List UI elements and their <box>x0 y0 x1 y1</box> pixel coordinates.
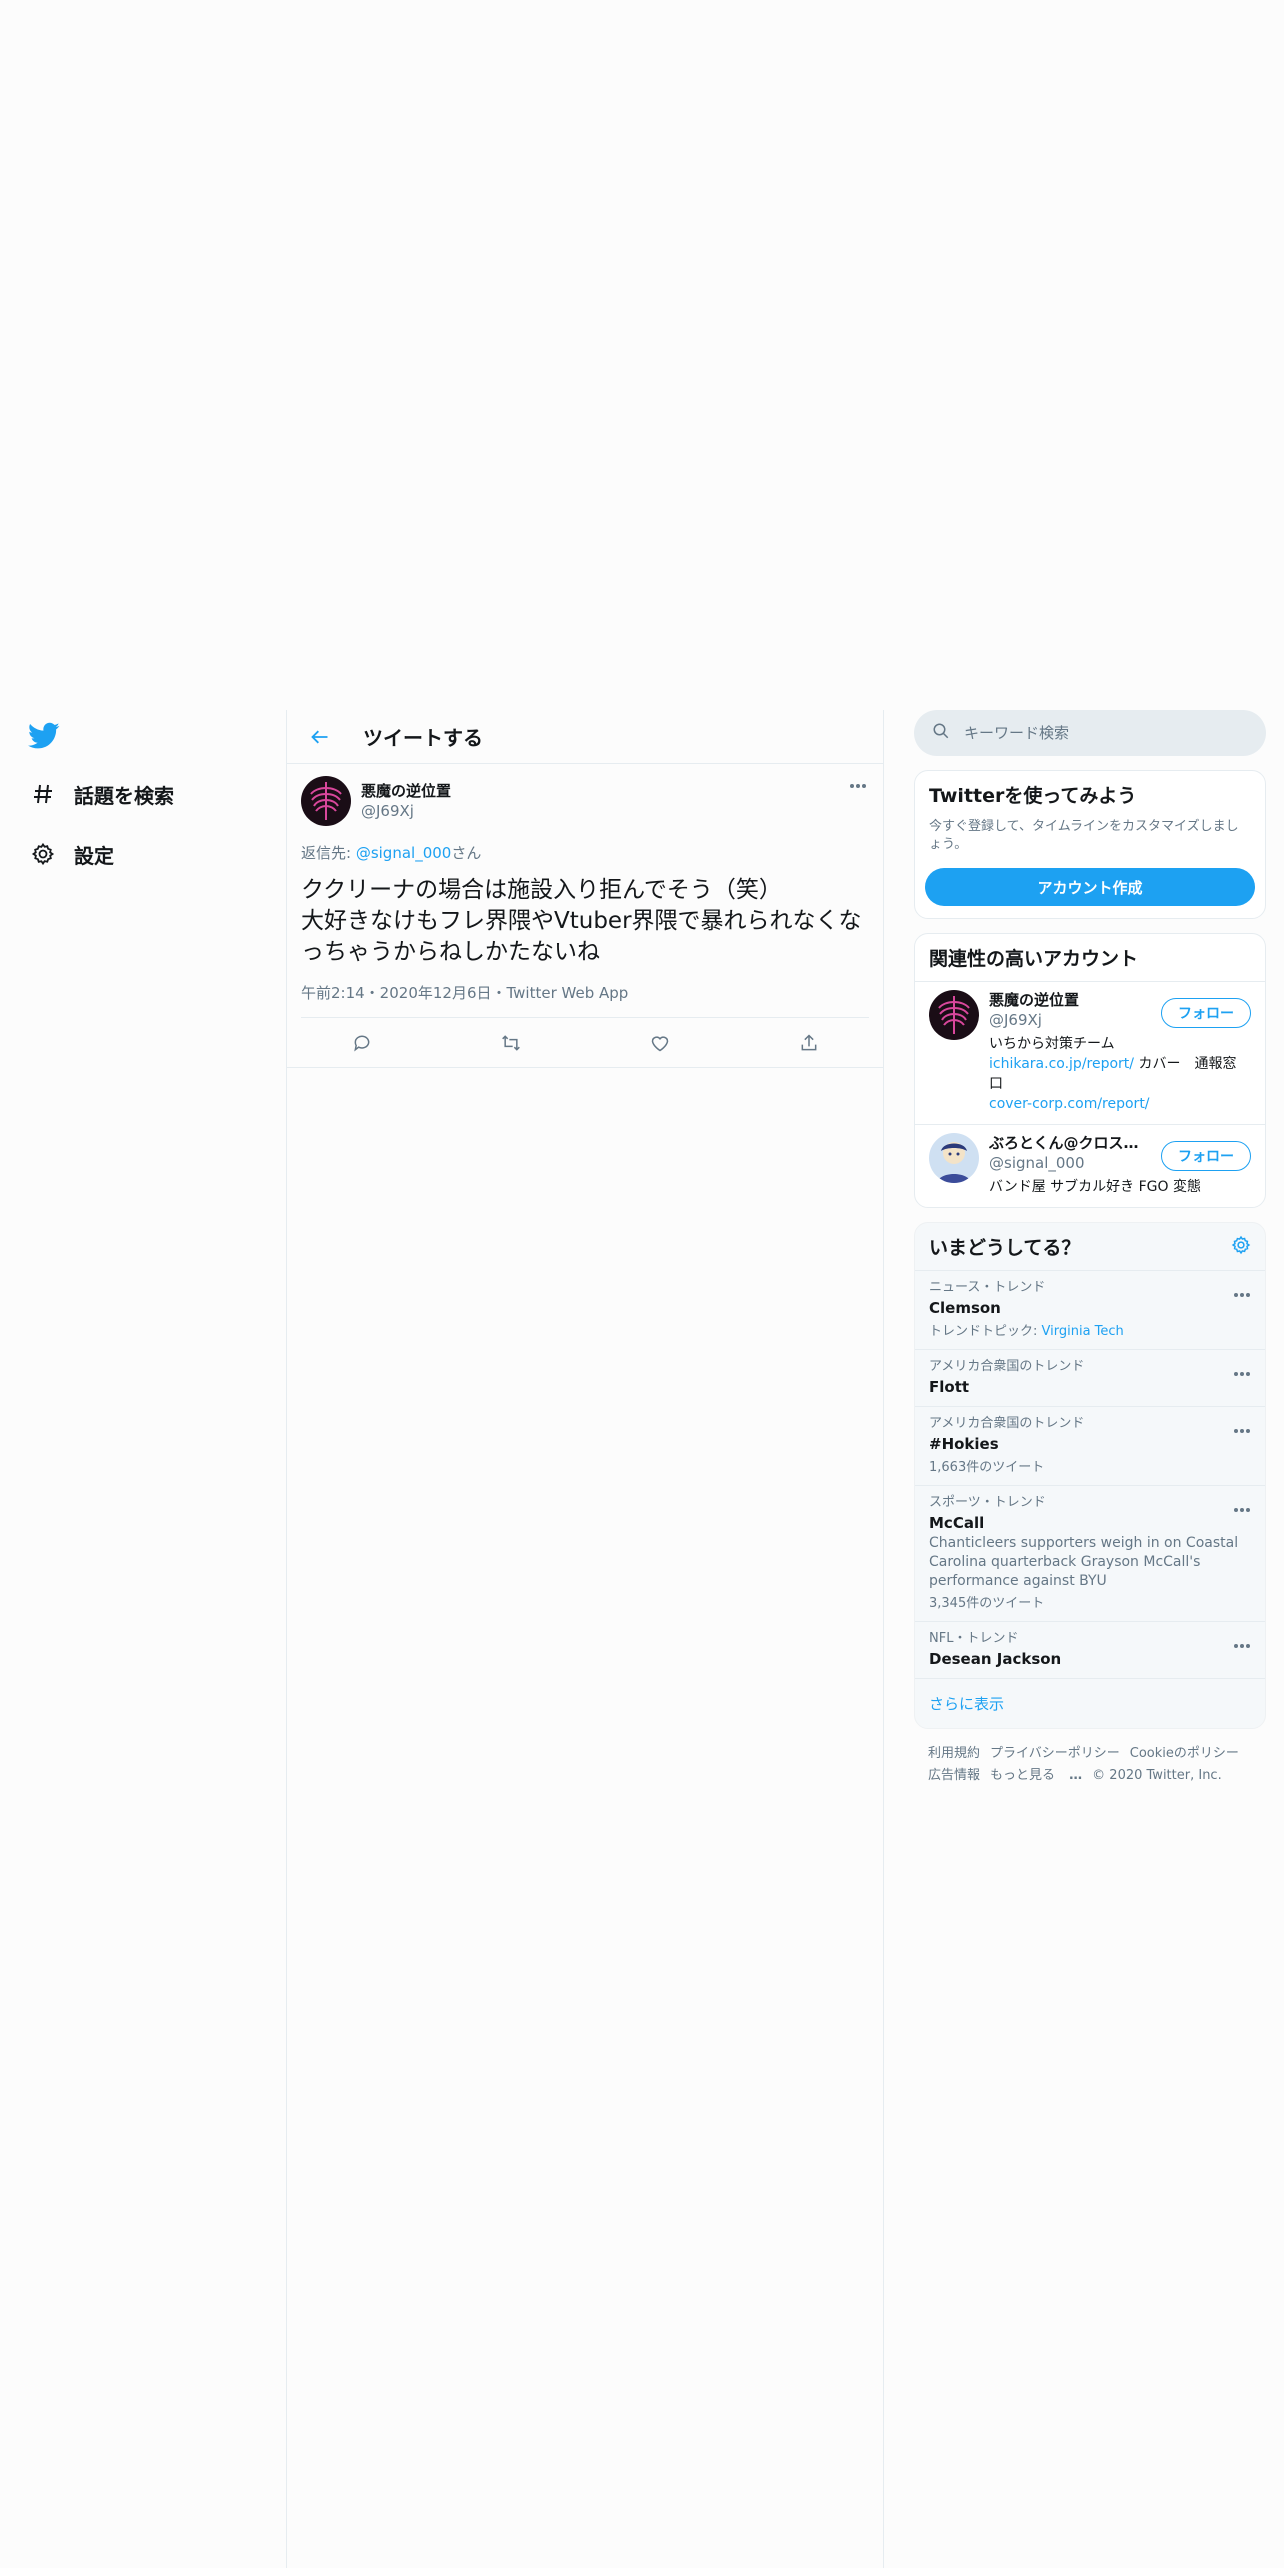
tweet-header: 悪魔の逆位置 @J69Xj <box>301 776 869 826</box>
avatar[interactable] <box>929 1133 979 1183</box>
more-options-icon[interactable] <box>1233 1498 1251 1517</box>
trend-item[interactable]: アメリカ合衆国のトレンド #Hokies 1,663件のツイート <box>915 1407 1265 1486</box>
reply-to: 返信先: @signal_000さん <box>301 842 869 863</box>
avatar[interactable] <box>929 990 979 1040</box>
right-sidebar: Twitterを使ってみよう 今すぐ登録して、タイムラインをカスタマイズしましょ… <box>914 710 1266 1801</box>
center-header: ツイートする <box>287 710 883 764</box>
search-input[interactable] <box>964 724 1224 742</box>
nav-label-explore: 話題を検索 <box>74 783 174 808</box>
more-dots-icon: … <box>1069 1768 1083 1783</box>
trend-category: アメリカ合衆国のトレンド <box>929 1416 1085 1431</box>
follow-button[interactable]: フォロー <box>1161 1141 1251 1171</box>
nav-item-explore[interactable]: 話題を検索 <box>28 772 174 816</box>
related-title: 関連性の高いアカウント <box>929 948 1139 970</box>
page-title: ツイートする <box>363 726 483 750</box>
trend-description: Chanticleers supporters weigh in on Coas… <box>929 1535 1239 1589</box>
footer: 利用規約 プライバシーポリシー Cookieのポリシー 広告情報 もっと見る … © 2… <box>914 1729 1266 1801</box>
gear-icon <box>28 839 58 869</box>
more-options-icon[interactable] <box>847 778 869 794</box>
tweet-text: ククリーナの場合は施設入り拒んでそう（笑） 大好きなけもフレ界隈やVtuber界… <box>301 877 862 965</box>
tweet: 悪魔の逆位置 @J69Xj 返信先: @signal_000さん ククリーナの場… <box>287 764 883 1068</box>
nav-label-settings: 設定 <box>74 843 114 868</box>
footer-link-privacy[interactable]: プライバシーポリシー <box>990 1746 1120 1761</box>
account-bio: バンド屋 サブカル好き FGO 変態 <box>989 1179 1201 1195</box>
tweet-timestamp[interactable]: 午前2:14・2020年12月6日・Twitter Web App <box>301 982 869 1018</box>
bio-text: いちから対策チーム <box>989 1036 1115 1052</box>
share-icon[interactable] <box>789 1023 829 1063</box>
reply-icon[interactable] <box>342 1023 382 1063</box>
footer-link-terms[interactable]: 利用規約 <box>928 1746 980 1761</box>
search-icon <box>932 722 950 744</box>
retweet-icon[interactable] <box>491 1023 531 1063</box>
trend-category: NFL・トレンド <box>929 1631 1019 1646</box>
signup-title: Twitterを使ってみよう <box>929 785 1137 807</box>
trend-category: ニュース・トレンド <box>929 1280 1046 1295</box>
avatar[interactable] <box>301 776 351 826</box>
trend-name: Clemson <box>929 1299 1001 1317</box>
footer-link-more[interactable]: もっと見る … <box>990 1768 1082 1783</box>
more-options-icon[interactable] <box>1233 1283 1251 1302</box>
trend-topic: トレンドトピック: Virginia Tech <box>929 1323 1251 1341</box>
trends-card: いまどうしてる？ ニュース・トレンド Clemson トレンドトピック: Vir… <box>914 1222 1266 1729</box>
signup-card: Twitterを使ってみよう 今すぐ登録して、タイムラインをカスタマイズしましょ… <box>914 770 1266 919</box>
trend-category: スポーツ・トレンド <box>929 1495 1046 1510</box>
trend-item[interactable]: アメリカ合衆国のトレンド Flott <box>915 1350 1265 1407</box>
trend-item[interactable]: スポーツ・トレンド McCall Chanticleers supporters… <box>915 1486 1265 1622</box>
reply-prefix: 返信先: <box>301 844 356 862</box>
show-more-link[interactable]: さらに表示 <box>915 1679 1265 1728</box>
account-item[interactable]: 悪魔の逆位置 @J69Xj いちから対策チーム ichikara.co.jp/r… <box>915 981 1265 1124</box>
trend-name: Flott <box>929 1378 970 1396</box>
twitter-logo-icon[interactable] <box>28 722 62 752</box>
account-item[interactable]: ぶろとくん@クロス… @signal_000 バンド屋 サブカル好き FGO 変… <box>915 1124 1265 1207</box>
back-arrow-icon[interactable] <box>303 720 337 754</box>
trends-header: いまどうしてる？ <box>915 1223 1265 1271</box>
reply-mention-link[interactable]: @signal_000 <box>356 844 452 862</box>
footer-copyright: © 2020 Twitter, Inc. <box>1092 1768 1222 1783</box>
more-options-icon[interactable] <box>1233 1634 1251 1653</box>
bio-link[interactable]: cover-corp.com/report/ <box>989 1096 1150 1112</box>
author-handle[interactable]: @J69Xj <box>361 801 451 821</box>
footer-link-ads[interactable]: 広告情報 <box>928 1768 980 1783</box>
bio-link[interactable]: ichikara.co.jp/report/ <box>989 1056 1134 1072</box>
trend-category: アメリカ合衆国のトレンド <box>929 1359 1085 1374</box>
trend-name: #Hokies <box>929 1435 999 1453</box>
trend-tweet-count: 1,663件のツイート <box>929 1460 1045 1475</box>
trend-tweet-count: 3,345件のツイート <box>929 1596 1045 1611</box>
more-options-icon[interactable] <box>1233 1419 1251 1438</box>
tweet-actions <box>287 1018 883 1068</box>
trend-name: McCall <box>929 1514 985 1532</box>
related-accounts-card: 関連性の高いアカウント 悪魔の逆位置 @J69Xj いちから対策チーム ichi… <box>914 933 1266 1208</box>
trend-name: Desean Jackson <box>929 1650 1062 1668</box>
nav-item-settings[interactable]: 設定 <box>28 832 114 876</box>
like-heart-icon[interactable] <box>640 1023 680 1063</box>
account-name[interactable]: ぶろとくん@クロス… <box>989 1133 1139 1153</box>
search-box[interactable] <box>914 710 1266 756</box>
create-account-button[interactable]: アカウント作成 <box>925 868 1255 906</box>
more-options-icon[interactable] <box>1233 1362 1251 1381</box>
footer-link-cookies[interactable]: Cookieのポリシー <box>1130 1746 1239 1761</box>
follow-button[interactable]: フォロー <box>1161 998 1251 1028</box>
hashtag-icon <box>28 779 58 809</box>
account-bio: いちから対策チーム ichikara.co.jp/report/ カバー 通報窓… <box>989 1034 1249 1114</box>
trends-title: いまどうしてる？ <box>929 1237 1081 1259</box>
reply-suffix: さん <box>451 844 482 862</box>
author-name[interactable]: 悪魔の逆位置 <box>361 781 451 801</box>
signup-description: 今すぐ登録して、タイムラインをカスタマイズしましょう。 <box>929 819 1239 852</box>
trend-item[interactable]: ニュース・トレンド Clemson トレンドトピック: Virginia Tec… <box>915 1271 1265 1350</box>
trend-item[interactable]: NFL・トレンド Desean Jackson <box>915 1622 1265 1679</box>
trend-topic-label: トレンドトピック: <box>929 1324 1042 1339</box>
main-column: ツイートする 悪魔の逆位置 @J69Xj 返信先: @signal_000さん … <box>286 710 884 2568</box>
account-name[interactable]: 悪魔の逆位置 <box>989 990 1139 1010</box>
trend-topic-link[interactable]: Virginia Tech <box>1042 1324 1124 1339</box>
gear-icon[interactable] <box>1231 1235 1251 1259</box>
footer-more-label: もっと見る <box>990 1768 1056 1783</box>
